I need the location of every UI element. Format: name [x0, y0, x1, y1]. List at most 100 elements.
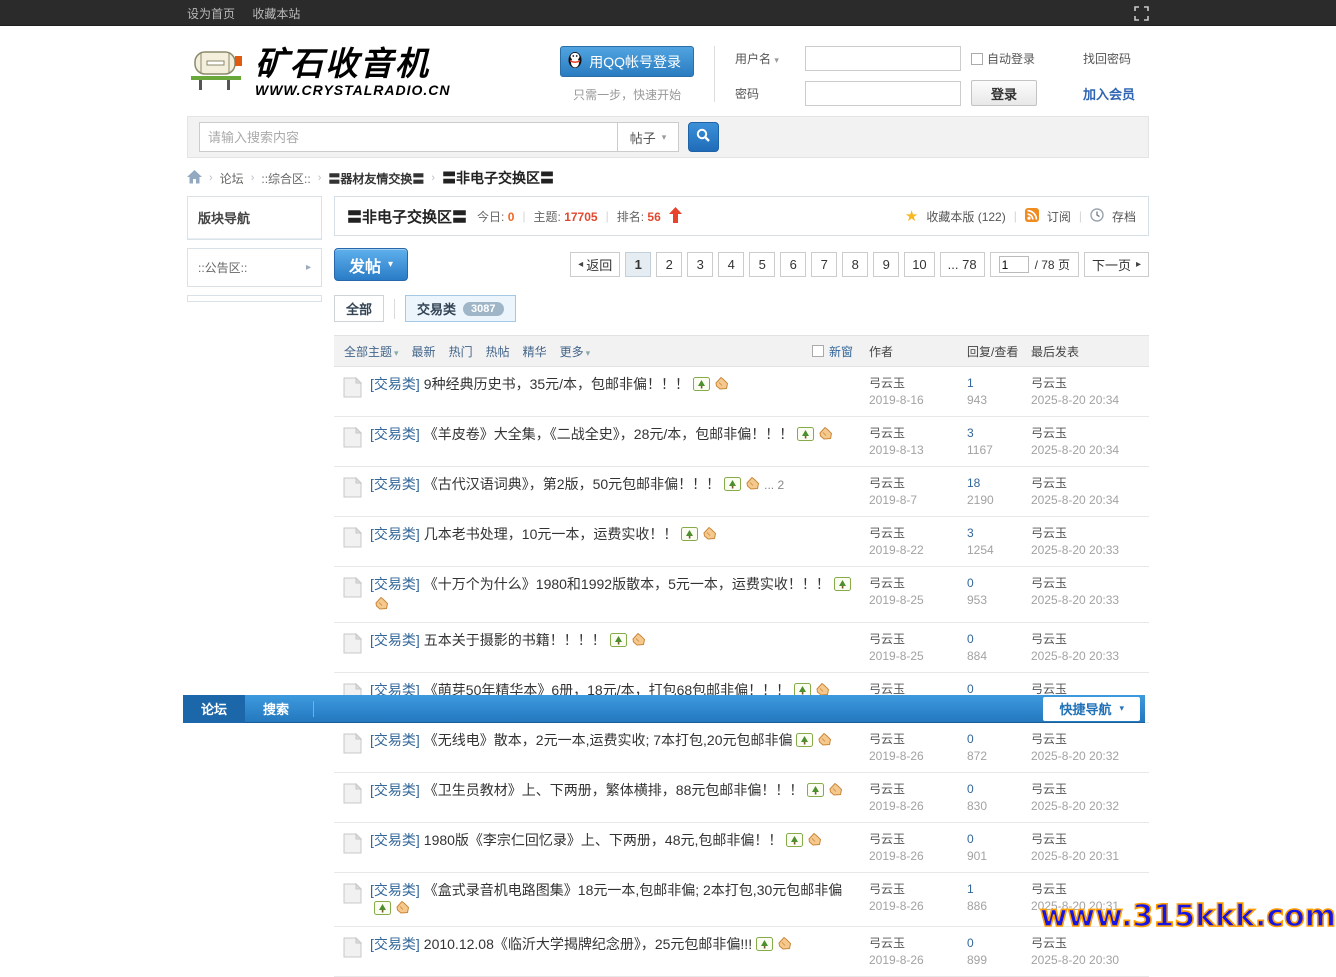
next-page-button[interactable]: 下一页▸	[1084, 252, 1149, 277]
search-input[interactable]	[199, 122, 617, 152]
thread-title-link[interactable]: 《古代汉语词典》，第2版，50元包邮非偏！！！	[424, 476, 720, 492]
home-icon[interactable]	[187, 170, 202, 187]
lastpost-author-link[interactable]: 弓云玉	[1031, 525, 1149, 542]
join-member-link[interactable]: 加入会员	[1083, 84, 1149, 103]
page-button-1[interactable]: 1	[625, 252, 651, 277]
lastpost-time[interactable]: 2025-8-20 20:30	[1031, 952, 1149, 969]
breadcrumb-current-board[interactable]: 〓非电子交换区〓	[442, 168, 554, 188]
thread-category-tag[interactable]: [交易类]	[370, 426, 420, 442]
tab-all[interactable]: 全部	[334, 295, 384, 322]
thread-category-tag[interactable]: [交易类]	[370, 732, 420, 748]
thread-title-link[interactable]: 《无线电》散本，2元一本,运费实收; 7本打包,20元包邮非偏	[424, 732, 793, 748]
page-button-10[interactable]: 10	[904, 252, 934, 277]
password-input[interactable]	[805, 81, 961, 106]
thread-category-tag[interactable]: [交易类]	[370, 832, 420, 848]
thread-title-link[interactable]: 9种经典历史书，35元/本，包邮非偏！！！	[424, 376, 689, 392]
login-button[interactable]: 登录	[971, 80, 1037, 106]
fullscreen-icon[interactable]	[1134, 6, 1149, 21]
page-button-2[interactable]: 2	[656, 252, 682, 277]
thread-author-link[interactable]: 弓云玉	[869, 881, 967, 898]
page-button-8[interactable]: 8	[842, 252, 868, 277]
back-button[interactable]: ◂返回	[570, 252, 620, 277]
thread-category-tag[interactable]: [交易类]	[370, 782, 420, 798]
filter-latest[interactable]: 最新	[412, 343, 436, 360]
lastpost-author-link[interactable]: 弓云玉	[1031, 631, 1149, 648]
subscribe-link[interactable]: 订阅	[1047, 208, 1071, 225]
lastpost-author-link[interactable]: 弓云玉	[1031, 731, 1149, 748]
lastpost-time[interactable]: 2025-8-20 20:34	[1031, 392, 1149, 409]
thread-category-tag[interactable]: [交易类]	[370, 936, 420, 952]
thread-category-tag[interactable]: [交易类]	[370, 632, 420, 648]
lastpost-time[interactable]: 2025-8-20 20:34	[1031, 442, 1149, 459]
thread-title-link[interactable]: 《羊皮卷》大全集，《二战全史》，28元/本，包邮非偏！！！	[424, 426, 793, 442]
page-button-9[interactable]: 9	[873, 252, 899, 277]
filter-digest[interactable]: 精华	[523, 343, 547, 360]
thread-author-link[interactable]: 弓云玉	[869, 935, 967, 952]
filter-all-subjects[interactable]: 全部主题▾	[344, 343, 399, 360]
thread-category-tag[interactable]: [交易类]	[370, 526, 420, 542]
lastpost-author-link[interactable]: 弓云玉	[1031, 881, 1149, 898]
thread-title-link[interactable]: 几本老书处理，10元一本，运费实收！！	[424, 526, 678, 542]
set-homepage-link[interactable]: 设为首页	[187, 7, 235, 21]
username-input[interactable]	[805, 46, 961, 71]
new-window-checkbox[interactable]	[812, 345, 824, 357]
archive-link[interactable]: 存档	[1112, 208, 1136, 225]
new-window-label[interactable]: 新窗	[829, 343, 853, 360]
page-button-4[interactable]: 4	[718, 252, 744, 277]
qq-login-button[interactable]: 用QQ帐号登录	[560, 46, 694, 77]
lastpost-author-link[interactable]: 弓云玉	[1031, 575, 1149, 592]
lastpost-author-link[interactable]: 弓云玉	[1031, 935, 1149, 952]
thread-title-link[interactable]: 五本关于摄影的书籍！！！！	[424, 632, 606, 648]
thread-author-link[interactable]: 弓云玉	[869, 631, 967, 648]
thread-pages-suffix[interactable]: ... 2	[764, 478, 784, 492]
new-post-button[interactable]: 发帖▾	[334, 248, 408, 281]
thread-author-link[interactable]: 弓云玉	[869, 781, 967, 798]
breadcrumb-parent-board[interactable]: 〓器材友情交换〓	[328, 170, 424, 187]
thread-title-link[interactable]: 1980版《李宗仁回忆录》上、下两册，48元,包邮非偏！！	[424, 832, 783, 848]
thread-category-tag[interactable]: [交易类]	[370, 376, 420, 392]
thread-title-link[interactable]: 《卫生员教材》上、下两册，繁体横排，88元包邮非偏！！！	[424, 782, 804, 798]
favorite-board-link[interactable]: 收藏本版 (122)	[926, 208, 1005, 225]
thread-author-link[interactable]: 弓云玉	[869, 575, 967, 592]
filter-more[interactable]: 更多▾	[560, 343, 591, 360]
find-password-link[interactable]: 找回密码	[1083, 50, 1149, 67]
lastpost-author-link[interactable]: 弓云玉	[1031, 781, 1149, 798]
page-button-3[interactable]: 3	[687, 252, 713, 277]
thread-title-link[interactable]: 《十万个为什么》1980和1992版散本，5元一本，运费实收！！！	[424, 576, 830, 592]
thread-title-link[interactable]: 《盒式录音机电路图集》18元一本,包邮非偏; 2本打包,30元包邮非偏	[424, 882, 843, 898]
floatbar-tab-search[interactable]: 搜索	[245, 695, 307, 723]
lastpost-author-link[interactable]: 弓云玉	[1031, 831, 1149, 848]
thread-author-link[interactable]: 弓云玉	[869, 475, 967, 492]
bookmark-site-link[interactable]: 收藏本站	[252, 7, 300, 21]
username-label[interactable]: 用户名 ▾	[735, 50, 797, 67]
lastpost-time[interactable]: 2025-8-20 20:33	[1031, 592, 1149, 609]
thread-category-tag[interactable]: [交易类]	[370, 576, 420, 592]
page-ellipsis-last[interactable]: ... 78	[940, 252, 985, 277]
lastpost-time[interactable]: 2025-8-20 20:32	[1031, 798, 1149, 815]
thread-author-link[interactable]: 弓云玉	[869, 425, 967, 442]
auto-login-checkbox[interactable]: 自动登录	[971, 50, 1075, 67]
lastpost-author-link[interactable]: 弓云玉	[1031, 425, 1149, 442]
lastpost-author-link[interactable]: 弓云玉	[1031, 375, 1149, 392]
breadcrumb-zone[interactable]: ::综合区::	[261, 170, 310, 187]
sidebar-item-announcements[interactable]: ::公告区:: ▸	[188, 249, 321, 286]
lastpost-time[interactable]: 2025-8-20 20:33	[1031, 542, 1149, 559]
page-button-6[interactable]: 6	[780, 252, 806, 277]
lastpost-time[interactable]: 2025-8-20 20:33	[1031, 648, 1149, 665]
filter-hot[interactable]: 热门	[449, 343, 473, 360]
thread-author-link[interactable]: 弓云玉	[869, 731, 967, 748]
page-button-5[interactable]: 5	[749, 252, 775, 277]
search-button[interactable]	[688, 122, 719, 152]
page-button-7[interactable]: 7	[811, 252, 837, 277]
thread-title-link[interactable]: 2010.12.08《临沂大学揭牌纪念册》，25元包邮非偏!!!	[424, 936, 752, 952]
breadcrumb-forum[interactable]: 论坛	[220, 170, 244, 187]
floatbar-tab-forum[interactable]: 论坛	[183, 695, 245, 723]
site-logo[interactable]: 矿石收音机 WWW.CRYSTALRADIO.CN	[187, 46, 451, 101]
lastpost-time[interactable]: 2025-8-20 20:34	[1031, 492, 1149, 509]
thread-author-link[interactable]: 弓云玉	[869, 831, 967, 848]
thread-author-link[interactable]: 弓云玉	[869, 375, 967, 392]
search-type-select[interactable]: 帖子▾	[617, 122, 679, 152]
lastpost-time[interactable]: 2025-8-20 20:31	[1031, 848, 1149, 865]
thread-category-tag[interactable]: [交易类]	[370, 476, 420, 492]
lastpost-time[interactable]: 2025-8-20 20:32	[1031, 748, 1149, 765]
